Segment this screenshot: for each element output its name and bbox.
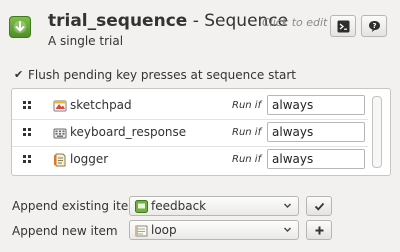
item-label: keyboard_response (70, 125, 187, 139)
checkmark-icon (314, 202, 325, 211)
item-description[interactable]: A single trial (48, 34, 123, 48)
new-item-value: loop (151, 223, 177, 237)
chevron-down-icon (284, 203, 291, 208)
item-label: sketchpad (70, 98, 132, 112)
help-button[interactable]: ? (361, 15, 387, 37)
run-if-input[interactable]: always (267, 122, 365, 142)
append-new-label: Append new item (12, 224, 118, 238)
existing-item-value: feedback (151, 199, 207, 213)
drag-handle-icon[interactable] (23, 128, 33, 138)
item-name: trial_sequence (48, 11, 188, 31)
existing-item-select[interactable]: feedback (129, 196, 299, 216)
new-item-select[interactable]: loop (129, 220, 299, 240)
drag-handle-icon[interactable] (23, 155, 33, 165)
append-existing-label: Append existing item (12, 199, 140, 213)
plus-icon (315, 226, 324, 235)
page-title[interactable]: trial_sequence - Sequence (48, 11, 288, 31)
feedback-icon (135, 200, 148, 213)
keyboard-icon (53, 128, 67, 139)
loop-icon (135, 225, 148, 237)
list-scrollbar[interactable] (372, 96, 382, 168)
append-new-button[interactable] (306, 220, 332, 240)
list-item[interactable]: logger Run if always (12, 147, 368, 173)
run-if-label: Run if (232, 127, 262, 138)
run-if-label: Run if (232, 154, 262, 165)
svg-text:?: ? (372, 22, 376, 30)
terminal-icon (337, 20, 350, 33)
chevron-down-icon (284, 227, 291, 232)
run-if-input[interactable]: always (267, 149, 365, 169)
sequence-item-list: sketchpad Run if always keyboard_respons… (11, 88, 391, 176)
item-label: logger (70, 152, 109, 166)
title-separator: - (187, 11, 205, 31)
run-if-input[interactable]: always (267, 95, 365, 115)
flush-checkbox[interactable]: ✔ (14, 69, 24, 80)
list-item[interactable]: keyboard_response Run if always (12, 120, 368, 147)
run-if-label: Run if (232, 100, 262, 111)
logger-icon (54, 153, 66, 167)
sketchpad-icon (53, 100, 67, 112)
list-item[interactable]: sketchpad Run if always (12, 93, 368, 120)
flush-label: Flush pending key presses at sequence st… (28, 68, 297, 82)
help-icon: ? (369, 21, 380, 32)
drag-handle-icon[interactable] (23, 101, 33, 111)
append-existing-button[interactable] (306, 196, 332, 216)
sequence-download-icon (9, 16, 31, 38)
script-view-button[interactable] (330, 15, 356, 37)
scrollbar-thumb[interactable] (372, 96, 382, 168)
click-to-edit-hint: Click to edit (262, 16, 328, 29)
